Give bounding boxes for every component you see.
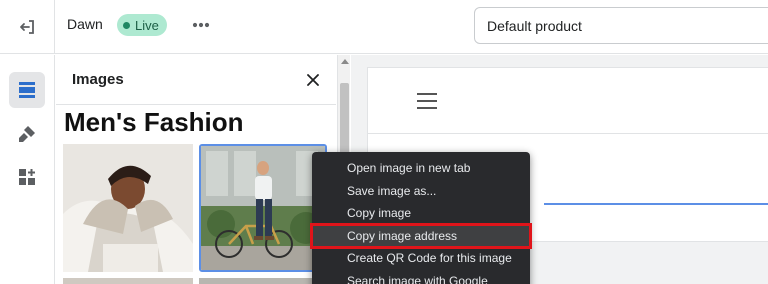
- scroll-up-icon[interactable]: [341, 59, 349, 64]
- more-horizontal-icon: [192, 22, 210, 28]
- image-tile-selected[interactable]: [199, 144, 327, 272]
- image-tile[interactable]: [63, 278, 193, 284]
- live-badge-label: Live: [135, 17, 159, 33]
- menu-item-save-image-as[interactable]: Save image as...: [312, 180, 530, 203]
- menu-item-open-image-new-tab[interactable]: Open image in new tab: [312, 157, 530, 180]
- menu-item-search-image-google[interactable]: Search image with Google: [312, 270, 530, 284]
- app-blocks-button[interactable]: [9, 159, 45, 195]
- sections-icon: [19, 82, 35, 98]
- context-menu: Open image in new tab Save image as... C…: [310, 152, 532, 284]
- left-rail: [0, 55, 55, 284]
- hamburger-icon[interactable]: [417, 92, 439, 110]
- live-dot-icon: [123, 21, 130, 29]
- live-status-badge: Live: [117, 14, 167, 36]
- menu-item-copy-image-address[interactable]: Copy image address: [310, 222, 532, 249]
- top-bar: Dawn Live Default product: [0, 0, 768, 54]
- fashion-photo-image: [63, 144, 193, 272]
- images-panel: Images Men's Fashion: [56, 55, 350, 284]
- exit-button[interactable]: [0, 0, 55, 54]
- menu-item-copy-image[interactable]: Copy image: [312, 202, 530, 225]
- product-template-select[interactable]: Default product: [474, 7, 768, 44]
- exit-icon: [20, 20, 34, 34]
- close-panel-button[interactable]: [300, 67, 326, 93]
- theme-name: Dawn: [67, 16, 103, 32]
- collection-title: Men's Fashion: [64, 107, 244, 137]
- image-tile[interactable]: [199, 278, 327, 284]
- more-actions-button[interactable]: [186, 14, 216, 36]
- menu-item-create-qr-code[interactable]: Create QR Code for this image: [312, 247, 530, 270]
- app-blocks-icon: [19, 169, 35, 185]
- product-select-value: Default product: [487, 17, 582, 34]
- theme-settings-button[interactable]: [9, 116, 45, 152]
- image-tile[interactable]: [63, 144, 193, 272]
- selected-section-outline: [544, 203, 768, 205]
- panel-title: Images: [72, 71, 124, 88]
- theme-settings-icon: [19, 126, 35, 142]
- close-icon: [307, 74, 319, 86]
- sections-button[interactable]: [9, 72, 45, 108]
- panel-header: Images: [56, 55, 336, 105]
- header-divider: [368, 133, 768, 134]
- fashion-photo-image: [201, 146, 325, 270]
